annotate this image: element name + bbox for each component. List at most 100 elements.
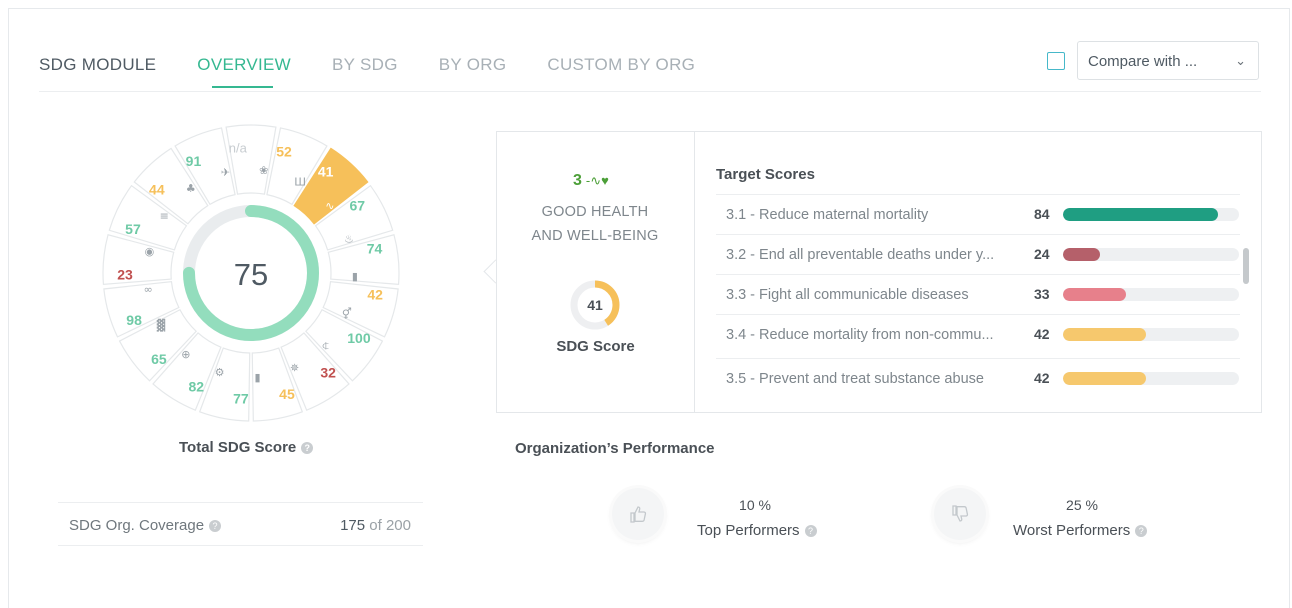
total-sdg-score-title: Total SDG Score? [179, 439, 314, 456]
growth-chart-icon: ▮ [254, 371, 260, 384]
sdg-segment-value-5: 74 [367, 240, 383, 256]
tab-bar: SDG MODULE OVERVIEW BY SDG BY ORG CUSTOM… [39, 55, 736, 88]
target-value: 84 [1034, 206, 1050, 222]
compare-dropdown-value: Compare with ... [1088, 53, 1198, 70]
coverage-label-text: SDG Org. Coverage [69, 517, 205, 534]
sdg-number-value: 3 [573, 172, 582, 189]
tab-by-sdg[interactable]: BY SDG [332, 55, 398, 75]
sdg-segment-value-4: 67 [350, 197, 366, 213]
sdg-name: GOOD HEALTH AND WELL-BEING [507, 200, 683, 248]
top-performers-label: Top Performers? [697, 522, 817, 539]
target-label: 3.2 - End all preventable deaths under y… [726, 247, 995, 263]
target-label: 3.3 - Fight all communicable diseases [726, 287, 969, 303]
tab-sdg-module[interactable]: SDG MODULE [39, 55, 156, 75]
info-icon[interactable]: ? [804, 525, 817, 537]
total-sdg-score-label: Total SDG Score [179, 439, 297, 456]
thumbs-down-icon [952, 505, 969, 522]
info-icon[interactable]: ? [301, 442, 314, 454]
chevron-down-icon: ⌄ [1235, 53, 1246, 68]
gender-icon: ⚥ [342, 307, 352, 320]
target-bar-track [1063, 288, 1239, 301]
fish-icon: ≡ [160, 210, 169, 223]
active-tab-underline [212, 86, 274, 88]
sdg-segment-value-15: 57 [125, 221, 141, 237]
total-score-value: 75 [234, 257, 268, 292]
dove-icon: ✈ [221, 166, 230, 179]
tree-icon: ♣ [186, 182, 196, 195]
org-performance-title: Organization’s Performance [515, 440, 715, 457]
target-value: 42 [1034, 370, 1050, 386]
sdg-wheel: n/a ❀ 52 Ш 41 ∿ 67 ♨ 74 ▮ 42 ⚥ 100 ⍧ 32 ✵ 45 ▮ 77 ⚙ 82 ⊕ 65 ▓ 98… [102, 124, 400, 422]
infinity-icon: ∞ [144, 283, 153, 296]
worst-performers-label: Worst Performers? [1013, 522, 1148, 539]
tab-overview[interactable]: OVERVIEW [197, 55, 292, 88]
target-row[interactable]: 3.3 - Fight all communicable diseases 33 [716, 274, 1240, 315]
top-performers-badge [612, 488, 664, 540]
info-icon[interactable]: ? [1135, 525, 1148, 537]
target-bar-fill [1063, 288, 1127, 301]
sdg-segment-value-11: 82 [188, 378, 204, 394]
target-row[interactable]: 3.4 - Reduce mortality from non-commu...… [716, 314, 1240, 355]
worst-performers-percent: 25 % [1066, 497, 1098, 513]
target-bar-track [1063, 248, 1239, 261]
coverage-count: 175 [340, 517, 366, 534]
top-performers-percent: 10 % [739, 497, 771, 513]
panel-divider [694, 132, 695, 412]
coverage-divider-top [58, 502, 423, 503]
worst-performers-label-text: Worst Performers [1013, 522, 1131, 539]
city-icon: ▓ [157, 318, 166, 332]
target-bar-track [1063, 208, 1239, 221]
sdg-segment-value-17: 91 [186, 153, 202, 169]
target-label: 3.4 - Reduce mortality from non-commu... [726, 327, 994, 343]
sdg-segment-value-12: 65 [151, 351, 167, 367]
info-icon[interactable]: ? [209, 520, 222, 532]
target-bar-track [1063, 328, 1239, 341]
water-icon: ⍧ [322, 339, 329, 352]
sdg-segment-value-9: 45 [279, 386, 295, 402]
target-list-scrollbar[interactable] [1243, 248, 1249, 284]
sdg-segment-1[interactable] [225, 124, 277, 195]
target-label: 3.5 - Prevent and treat substance abuse [726, 371, 984, 387]
compare-dropdown[interactable]: Compare with ... ⌄ [1077, 41, 1259, 80]
sdg-number: 3 -∿♥ [573, 172, 609, 190]
target-label: 3.1 - Reduce maternal mortality [726, 207, 929, 223]
tab-custom-by-org[interactable]: CUSTOM BY ORG [547, 55, 695, 75]
coverage-value: 175 of 200 [340, 517, 411, 534]
sdg-segment-value-8: 32 [320, 365, 336, 381]
agriculture-icon: Ш [294, 175, 306, 188]
sdg-segment-value-14: 23 [117, 267, 133, 283]
worst-performers-badge [934, 488, 986, 540]
top-performers-label-text: Top Performers [697, 522, 800, 539]
sdg-name-line-1: GOOD HEALTH [541, 204, 649, 220]
sdg-score-ring: 41 [570, 280, 620, 330]
target-scores-title: Target Scores [716, 166, 815, 183]
thumbs-up-icon [630, 506, 647, 523]
target-value: 42 [1034, 326, 1050, 342]
tab-by-org[interactable]: BY ORG [439, 55, 507, 75]
sdg-segment-value-10: 77 [233, 391, 249, 407]
compare-checkbox[interactable] [1047, 52, 1065, 70]
sdg-segment-value-2: 52 [276, 143, 292, 159]
target-row[interactable]: 3.5 - Prevent and treat substance abuse 4… [716, 358, 1240, 399]
sdg-dashboard-card: SDG MODULE OVERVIEW BY SDG BY ORG CUSTOM… [8, 8, 1290, 608]
inequality-icon: ⊕ [181, 348, 190, 361]
target-bar-fill [1063, 328, 1146, 341]
target-row[interactable]: 3.2 - End all preventable deaths under y… [716, 234, 1240, 275]
health-pulse-icon: ∿ [325, 199, 334, 212]
tab-overview-label: OVERVIEW [197, 55, 292, 74]
sdg-score-label: SDG Score [556, 338, 635, 355]
sdg-detail-panel: 3 -∿♥ GOOD HEALTH AND WELL-BEING 41 SDG Sc… [496, 131, 1262, 413]
coverage-total: of 200 [369, 517, 411, 534]
sun-energy-icon: ✵ [290, 361, 299, 374]
sdg-name-line-2: AND WELL-BEING [531, 228, 659, 244]
target-row[interactable]: 3.1 - Reduce maternal mortality 84 [716, 194, 1240, 235]
family-icon: ❀ [259, 164, 268, 177]
target-bar-fill [1063, 208, 1218, 221]
sdg-segment-value-6: 42 [367, 287, 383, 303]
coverage-divider-bottom [58, 545, 423, 546]
education-icon: ♨ [344, 232, 354, 245]
target-bar-track [1063, 372, 1239, 385]
target-bar-fill [1063, 248, 1100, 261]
coverage-label: SDG Org. Coverage? [69, 517, 222, 534]
sdg-segment-value-7: 100 [347, 330, 371, 346]
